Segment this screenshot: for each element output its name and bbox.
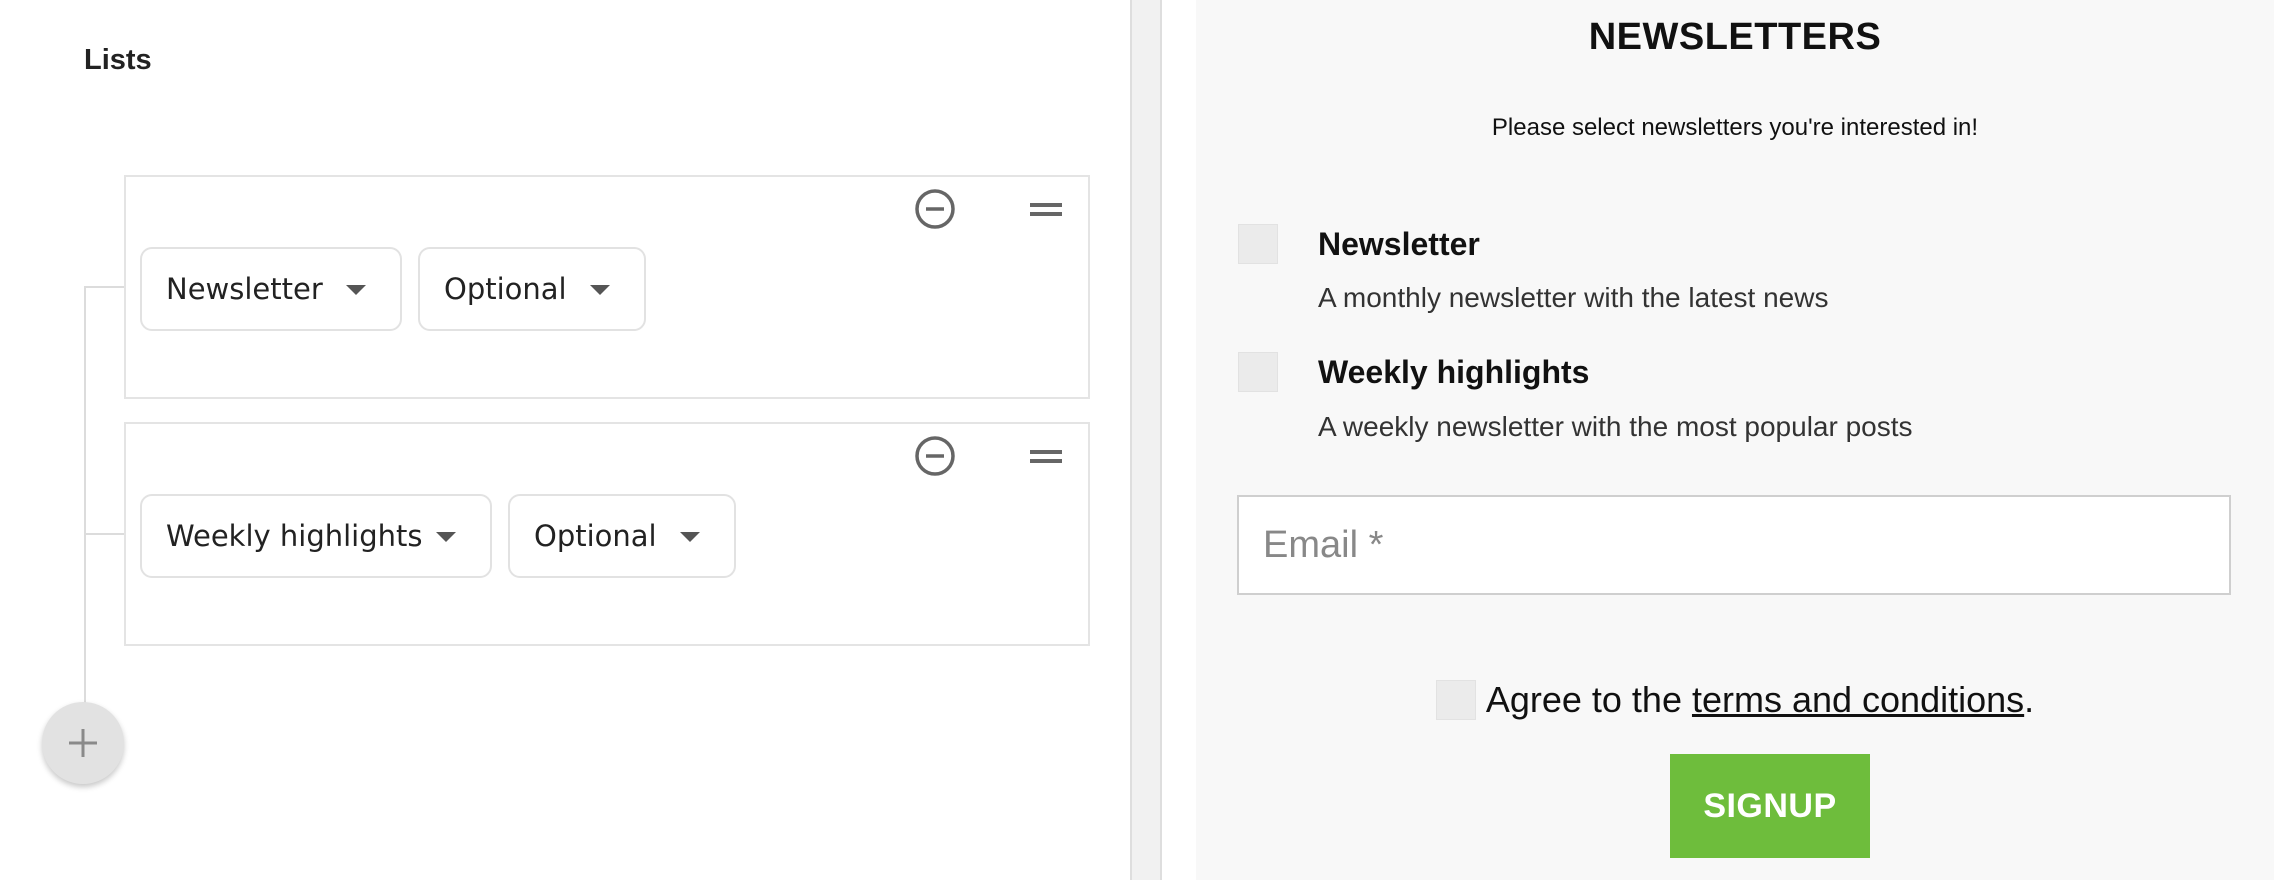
- minus-circle-icon[interactable]: [913, 434, 957, 478]
- requirement-select[interactable]: Optional: [418, 247, 646, 331]
- add-list-button[interactable]: [42, 702, 124, 784]
- list-row: Weekly highlights Optional: [124, 422, 1090, 646]
- list-editor-panel: Lists Newsletter Optional Weekly highlig…: [0, 0, 1130, 880]
- option-name: Weekly highlights: [1318, 354, 1590, 390]
- list-select-value: Weekly highlights: [166, 519, 423, 553]
- newsletter-form: NEWSLETTERS Please select newsletters yo…: [1196, 0, 2274, 880]
- panel-divider[interactable]: [1130, 0, 1162, 880]
- drag-handle-icon[interactable]: [1026, 193, 1066, 227]
- lists-heading: Lists: [84, 44, 152, 76]
- app-root: Lists Newsletter Optional Weekly highlig…: [0, 0, 2274, 880]
- option-description: A weekly newsletter with the most popula…: [1318, 411, 1913, 442]
- form-subtitle: Please select newsletters you're interes…: [1491, 114, 1979, 141]
- email-field[interactable]: [1237, 495, 2231, 595]
- list-select[interactable]: Weekly highlights: [140, 494, 492, 578]
- chevron-down-icon: [346, 285, 366, 295]
- form-title: NEWSLETTERS: [1588, 16, 1882, 58]
- chevron-down-icon: [590, 285, 610, 295]
- tree-connector-line: [84, 286, 86, 706]
- tree-connector-branch: [84, 286, 126, 288]
- list-select[interactable]: Newsletter: [140, 247, 402, 331]
- form-preview-panel: NEWSLETTERS Please select newsletters yo…: [1162, 0, 2274, 880]
- newsletter-checkbox[interactable]: [1238, 224, 1278, 264]
- weekly-highlights-checkbox[interactable]: [1238, 352, 1278, 392]
- chevron-down-icon: [680, 532, 700, 542]
- terms-suffix: .: [2024, 679, 2035, 720]
- signup-button[interactable]: SIGNUP: [1670, 754, 1870, 858]
- tree-connector-branch: [84, 533, 126, 535]
- terms-link[interactable]: terms and conditions: [1692, 679, 2024, 721]
- plus-icon: [69, 729, 97, 757]
- option-name: Newsletter: [1318, 226, 1480, 262]
- requirement-select-value: Optional: [534, 519, 657, 553]
- requirement-select-value: Optional: [444, 272, 567, 306]
- drag-handle-icon[interactable]: [1026, 440, 1066, 474]
- list-select-value: Newsletter: [166, 272, 323, 306]
- minus-circle-icon[interactable]: [913, 187, 957, 231]
- terms-checkbox[interactable]: [1435, 680, 1476, 720]
- requirement-select[interactable]: Optional: [508, 494, 736, 578]
- chevron-down-icon: [436, 532, 456, 542]
- option-description: A monthly newsletter with the latest new…: [1318, 282, 1829, 313]
- terms-prefix: Agree to the: [1485, 679, 1692, 720]
- terms-row: Agree to the terms and conditions .: [1196, 676, 2274, 724]
- list-row: Newsletter Optional: [124, 175, 1090, 399]
